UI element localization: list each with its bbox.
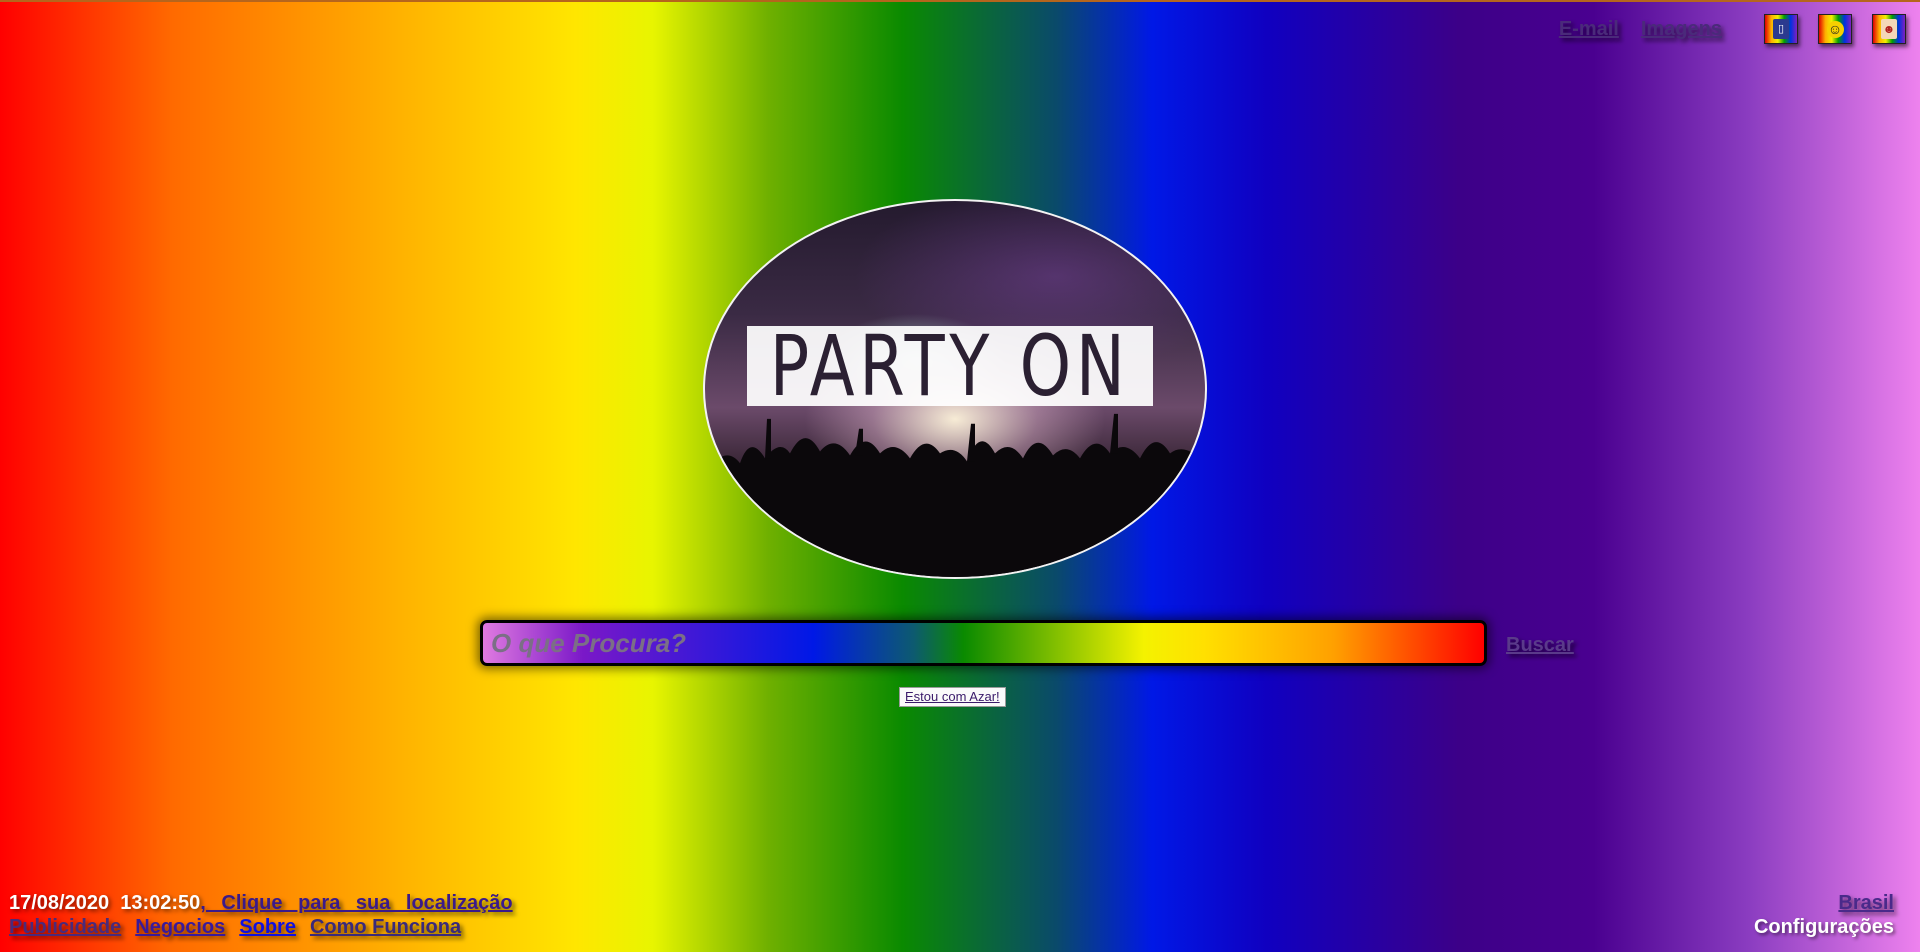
top-nav: E-mail Imagens ▯ ☺ ☻ [1559,14,1906,44]
footer-left: 17/08/2020 13:02:50, Clique para sua loc… [9,891,513,939]
lucky-button[interactable]: Estou com Azar! [899,687,1006,707]
footer-links: Publicidade Negocios Sobre Como Funciona [9,915,513,939]
footer-right: Brasil Configurações [1754,891,1894,939]
phone-icon: ▯ [1773,19,1789,39]
settings-link[interactable]: Configurações [1754,916,1894,938]
time-text: 13:02:50 [120,892,201,914]
smiley-app-icon[interactable]: ☺ [1818,14,1852,44]
logo-banner: PARTY ON [747,317,1153,415]
phone-app-icon[interactable]: ▯ [1764,14,1798,44]
smiley-icon: ☺ [1826,20,1844,38]
advertising-link[interactable]: Publicidade [9,916,121,938]
date-text: 17/08/2020 [9,892,110,914]
party-on-logo: PARTY ON [703,199,1207,579]
search-button[interactable]: Buscar [1506,634,1574,657]
images-link[interactable]: Imagens [1641,18,1722,41]
location-link[interactable]: , Clique para sua localização [200,892,512,914]
crowd-silhouette [705,413,1205,577]
about-link[interactable]: Sobre [239,916,296,938]
business-link[interactable]: Negocios [135,916,225,938]
logo-text: PARTY ON [770,317,1130,415]
country-link[interactable]: Brasil [1838,892,1894,914]
how-it-works-link[interactable]: Como Funciona [310,916,461,938]
search-input[interactable] [480,620,1487,666]
profile-app-icon[interactable]: ☻ [1872,14,1906,44]
email-link[interactable]: E-mail [1559,18,1619,41]
top-border [0,0,1920,2]
user-icon: ☻ [1881,19,1897,39]
